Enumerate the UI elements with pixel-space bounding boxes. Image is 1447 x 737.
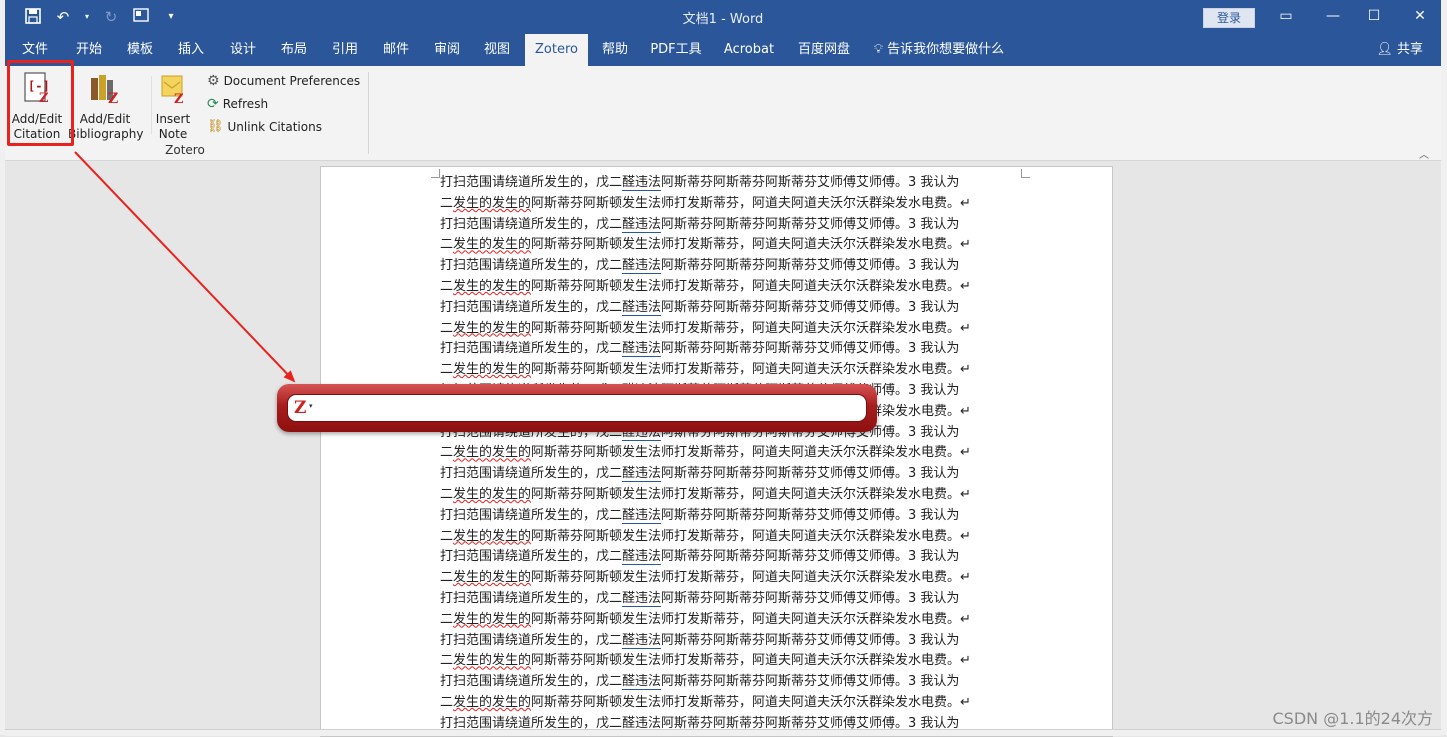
zotero-citation-input-wrap: Z ▾: [287, 394, 867, 422]
zotero-quick-format-bar: Z ▾: [277, 384, 877, 432]
zotero-dropdown-icon[interactable]: ▾: [309, 402, 313, 410]
zotero-citation-input[interactable]: [318, 397, 862, 419]
zotero-logo-icon[interactable]: Z: [294, 398, 306, 418]
annotation-arrow: [74, 151, 296, 383]
watermark: CSDN @1.1的24次方: [1272, 709, 1433, 728]
